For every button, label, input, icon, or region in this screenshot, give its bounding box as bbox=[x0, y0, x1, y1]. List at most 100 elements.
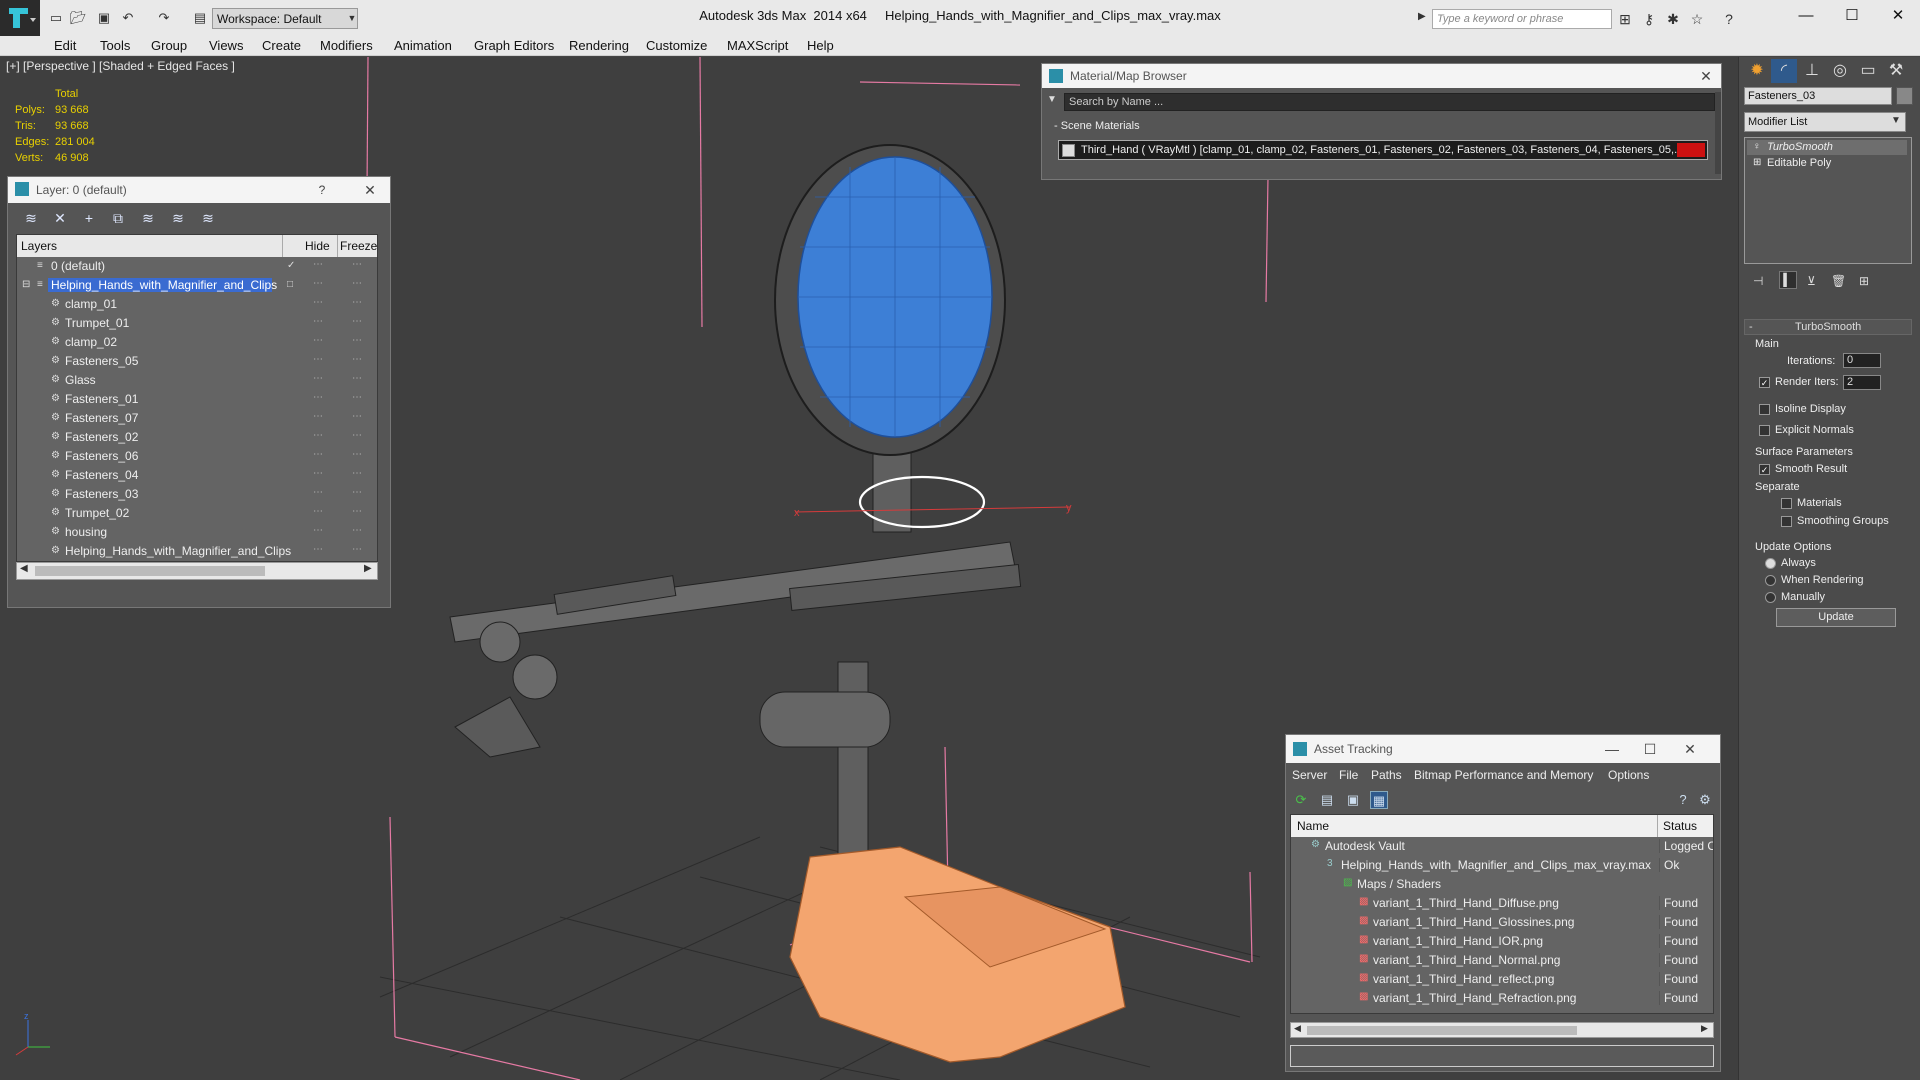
scroll-thumb[interactable] bbox=[35, 566, 265, 576]
hide-toggle[interactable]: ⋯ bbox=[313, 449, 323, 460]
expand-icon[interactable] bbox=[22, 260, 33, 271]
current-layer-toggle[interactable] bbox=[287, 545, 298, 556]
close-icon[interactable]: ✕ bbox=[1694, 66, 1718, 86]
hide-toggle[interactable]: ⋯ bbox=[313, 430, 323, 441]
freeze-toggle[interactable]: ⋯ bbox=[352, 373, 362, 384]
layer-row[interactable]: ⚙ Trumpet_01 ⋯ ⋯ bbox=[17, 314, 377, 333]
expand-arrow-icon[interactable]: ▶ bbox=[1418, 11, 1426, 22]
undo-icon[interactable]: ↶ bbox=[120, 10, 136, 26]
hierarchy-tab-icon[interactable]: ⊥ bbox=[1799, 59, 1825, 83]
menu-rendering[interactable]: Rendering bbox=[569, 38, 629, 53]
manually-radio[interactable] bbox=[1765, 592, 1776, 603]
render-iters-checkbox[interactable]: ✓ bbox=[1759, 377, 1770, 388]
layers-column-header[interactable]: Layers bbox=[21, 239, 57, 253]
update-button[interactable]: Update bbox=[1776, 608, 1896, 627]
layer-row[interactable]: ⚙ Fasteners_01 ⋯ ⋯ bbox=[17, 390, 377, 409]
freeze-toggle[interactable]: ⋯ bbox=[352, 335, 362, 346]
hide-toggle[interactable]: ⋯ bbox=[313, 525, 323, 536]
utilities-tab-icon[interactable]: ⚒ bbox=[1883, 59, 1909, 83]
material-browser-scrollbar[interactable] bbox=[1715, 92, 1721, 174]
hide-toggle[interactable]: ⋯ bbox=[313, 259, 323, 270]
display-tab-icon[interactable]: ▭ bbox=[1855, 59, 1881, 83]
hide-toggle[interactable]: ⋯ bbox=[313, 544, 323, 555]
isoline-display-checkbox[interactable] bbox=[1759, 404, 1770, 415]
layer-dialog-title[interactable]: Layer: 0 (default) ? ✕ bbox=[8, 177, 390, 203]
name-column-header[interactable]: Name bbox=[1297, 819, 1329, 833]
thumbnail-view-icon[interactable]: ▣ bbox=[1344, 791, 1362, 809]
scroll-left-icon[interactable]: ◀ bbox=[1294, 1023, 1301, 1034]
configure-sets-icon[interactable]: ⊞ bbox=[1859, 274, 1869, 288]
pin-stack-icon[interactable]: ⊣ bbox=[1753, 274, 1763, 288]
asset-row[interactable]: ▩ variant_1_Third_Hand_reflect.png Found bbox=[1291, 970, 1713, 989]
menu-file[interactable]: File bbox=[1339, 768, 1358, 782]
menu-views[interactable]: Views bbox=[209, 38, 243, 53]
explicit-normals-checkbox[interactable] bbox=[1759, 425, 1770, 436]
close-button[interactable]: ✕ bbox=[1878, 4, 1918, 28]
separate-materials-checkbox[interactable] bbox=[1781, 498, 1792, 509]
freeze-toggle[interactable]: ⋯ bbox=[352, 506, 362, 517]
asset-row[interactable]: ▩ variant_1_Third_Hand_Glossines.png Found bbox=[1291, 913, 1713, 932]
asset-row[interactable]: ⚙ Autodesk Vault Logged O bbox=[1291, 837, 1713, 856]
keyword-search-input[interactable]: Type a keyword or phrase bbox=[1432, 9, 1612, 29]
freeze-toggle[interactable]: ⋯ bbox=[352, 316, 362, 327]
current-layer-toggle[interactable]: □ bbox=[287, 279, 298, 290]
remove-modifier-icon[interactable]: 🗑︎ bbox=[1831, 274, 1846, 288]
scroll-right-icon[interactable]: ▶ bbox=[364, 563, 372, 574]
menu-maxscript[interactable]: MAXScript bbox=[727, 38, 788, 53]
help-icon[interactable]: ? bbox=[1720, 10, 1738, 28]
current-layer-toggle[interactable] bbox=[287, 526, 298, 537]
freeze-toggle[interactable]: ⋯ bbox=[352, 449, 362, 460]
select-layer-icon[interactable]: ≋ bbox=[139, 209, 157, 227]
chevron-down-icon[interactable]: ▼ bbox=[1891, 115, 1901, 126]
layer-row[interactable]: ⚙ Fasteners_03 ⋯ ⋯ bbox=[17, 485, 377, 504]
menu-options[interactable]: Options bbox=[1608, 768, 1649, 782]
minimize-button[interactable]: — bbox=[1786, 4, 1826, 28]
help-icon[interactable]: ? bbox=[1674, 791, 1692, 809]
add-to-layer-icon[interactable]: + bbox=[80, 209, 98, 227]
layer-row[interactable]: ⚙ Fasteners_07 ⋯ ⋯ bbox=[17, 409, 377, 428]
asset-horizontal-scrollbar[interactable]: ◀ ▶ bbox=[1290, 1022, 1714, 1038]
maximize-button[interactable]: ☐ bbox=[1832, 4, 1872, 28]
stack-item-turbosmooth[interactable]: ♀ TurboSmooth bbox=[1747, 140, 1907, 155]
hide-layers-icon[interactable]: ≋ bbox=[169, 209, 187, 227]
turbosmooth-rollout-header[interactable]: - TurboSmooth bbox=[1744, 319, 1912, 335]
hide-toggle[interactable]: ⋯ bbox=[313, 392, 323, 403]
hide-column-header[interactable]: Hide bbox=[305, 239, 330, 253]
menu-tools[interactable]: Tools bbox=[100, 38, 130, 53]
logo-icon[interactable] bbox=[0, 0, 40, 36]
settings-icon[interactable]: ⚙ bbox=[1696, 791, 1714, 809]
hide-toggle[interactable]: ⋯ bbox=[313, 487, 323, 498]
show-end-result-icon[interactable]: ▍ bbox=[1779, 271, 1797, 289]
hide-toggle[interactable]: ⋯ bbox=[313, 373, 323, 384]
layer-row[interactable]: ⚙ clamp_01 ⋯ ⋯ bbox=[17, 295, 377, 314]
star-icon[interactable]: ☆ bbox=[1688, 10, 1706, 28]
project-folder-icon[interactable]: ▤ bbox=[192, 10, 208, 26]
menu-server[interactable]: Server bbox=[1292, 768, 1327, 782]
render-iters-spinner[interactable]: 2 bbox=[1843, 375, 1881, 390]
current-layer-toggle[interactable] bbox=[287, 488, 298, 499]
close-icon[interactable]: ✕ bbox=[1678, 739, 1702, 759]
current-layer-toggle[interactable] bbox=[287, 507, 298, 518]
material-row[interactable]: Third_Hand ( VRayMtl ) [clamp_01, clamp_… bbox=[1058, 140, 1708, 160]
motion-tab-icon[interactable]: ◎ bbox=[1827, 59, 1853, 83]
scene-materials-section[interactable]: - Scene Materials bbox=[1048, 118, 1717, 135]
freeze-toggle[interactable]: ⋯ bbox=[352, 259, 362, 270]
layer-row[interactable]: ≡ 0 (default) ✓ ⋯ ⋯ bbox=[17, 257, 377, 276]
freeze-toggle[interactable]: ⋯ bbox=[352, 354, 362, 365]
freeze-toggle[interactable]: ⋯ bbox=[352, 544, 362, 555]
menu-bitmap-performance[interactable]: Bitmap Performance and Memory bbox=[1414, 768, 1593, 782]
current-layer-toggle[interactable] bbox=[287, 412, 298, 423]
current-layer-toggle[interactable] bbox=[287, 431, 298, 442]
freeze-column-header[interactable]: Freeze bbox=[340, 239, 377, 253]
asset-row[interactable]: 3 Helping_Hands_with_Magnifier_and_Clips_… bbox=[1291, 856, 1713, 875]
object-color-swatch[interactable] bbox=[1896, 87, 1913, 105]
hide-toggle[interactable]: ⋯ bbox=[313, 335, 323, 346]
help-icon[interactable]: ? bbox=[310, 180, 334, 200]
hide-toggle[interactable]: ⋯ bbox=[313, 278, 323, 289]
stack-item-editable-poly[interactable]: ⊞ Editable Poly bbox=[1747, 156, 1907, 171]
modify-tab-icon[interactable]: ◜ bbox=[1771, 59, 1797, 83]
chevron-down-icon[interactable]: ▼ bbox=[345, 8, 359, 29]
menu-create[interactable]: Create bbox=[262, 38, 301, 53]
layer-row[interactable]: ⚙ housing ⋯ ⋯ bbox=[17, 523, 377, 542]
layer-row[interactable]: ⚙ clamp_02 ⋯ ⋯ bbox=[17, 333, 377, 352]
